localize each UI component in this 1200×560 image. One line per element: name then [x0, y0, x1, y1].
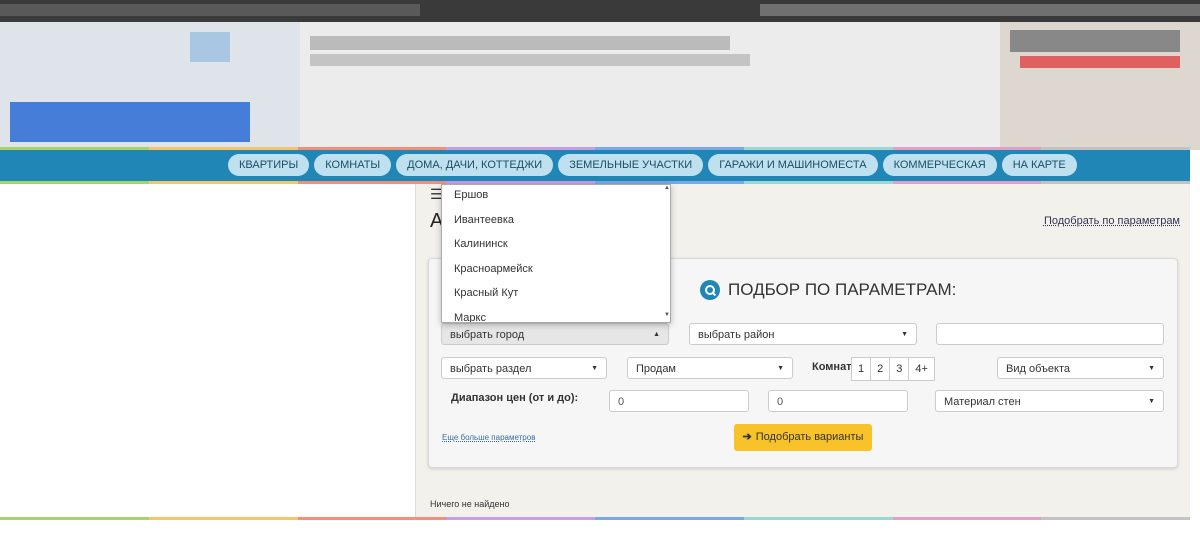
- caret-down-icon: ▼: [591, 365, 598, 372]
- rainbow-segment: [297, 517, 447, 520]
- keyword-input[interactable]: [936, 323, 1164, 345]
- not-found-text: Ничего не найдено: [430, 499, 510, 509]
- more-params-link[interactable]: Еще больше параметров: [442, 433, 535, 442]
- room-count-button[interactable]: 2: [870, 357, 891, 381]
- dropdown-scrollbar[interactable]: ▲ ▼: [664, 185, 670, 322]
- arrow-right-icon: ➔: [742, 431, 752, 443]
- district-select-value: выбрать район: [698, 329, 775, 341]
- object-type-select-value: Вид объекта: [1006, 363, 1070, 375]
- caret-down-icon: ▼: [777, 365, 784, 372]
- city-option[interactable]: Ивантеевка: [442, 210, 670, 235]
- browser-top-bar: [0, 0, 1200, 22]
- nav-item[interactable]: КОМНАТЫ: [314, 154, 392, 176]
- nav-item[interactable]: НА КАРТЕ: [1001, 154, 1077, 176]
- nav-item[interactable]: ГАРАЖИ И МАШИНОМЕСТА: [708, 154, 878, 176]
- room-count-button[interactable]: 4+: [908, 357, 935, 381]
- caret-up-icon: ▲: [653, 331, 660, 338]
- scroll-up-icon[interactable]: ▲: [664, 185, 670, 191]
- scroll-down-icon[interactable]: ▼: [664, 312, 670, 318]
- object-type-select[interactable]: Вид объекта ▼: [997, 357, 1164, 379]
- nav-item[interactable]: КВАРТИРЫ: [228, 154, 310, 176]
- city-option[interactable]: Калининск: [442, 234, 670, 259]
- rainbow-line-bottom: [0, 517, 1190, 520]
- rainbow-segment: [148, 517, 298, 520]
- city-dropdown-list[interactable]: Ершов Ивантеевка Калининск Красноармейск Кра…: [441, 184, 671, 323]
- rainbow-segment: [743, 517, 893, 520]
- room-count-button[interactable]: 1: [851, 357, 872, 381]
- wall-material-select[interactable]: Материал стен ▼: [935, 390, 1164, 412]
- section-select-value: выбрать раздел: [450, 363, 532, 375]
- room-count-button[interactable]: 3: [889, 357, 910, 381]
- site-header-banner: [0, 22, 1200, 150]
- param-search-link[interactable]: Подобрать по параметрам: [1044, 215, 1180, 227]
- filter-title-text: ПОДБОР ПО ПАРАМЕТРАМ:: [728, 280, 957, 299]
- search-icon: [700, 280, 720, 300]
- city-option[interactable]: Ершов: [442, 185, 670, 210]
- deal-type-select[interactable]: Продам ▼: [627, 357, 793, 379]
- city-option[interactable]: Красный Кут: [442, 283, 670, 308]
- blurred-top-strip-right: [760, 4, 1200, 16]
- section-select[interactable]: выбрать раздел ▼: [441, 357, 607, 379]
- blurred-top-strip: [0, 4, 420, 16]
- wall-material-select-value: Материал стен: [944, 396, 1021, 408]
- submit-button[interactable]: ➔ Подобрать варианты: [734, 424, 872, 451]
- rainbow-segment: [892, 517, 1042, 520]
- deal-type-select-value: Продам: [636, 363, 676, 375]
- nav-item[interactable]: КОММЕРЧЕСКАЯ: [882, 154, 997, 176]
- nav-item[interactable]: ЗЕМЕЛЬНЫЕ УЧАСТКИ: [558, 154, 704, 176]
- price-from-input[interactable]: 0: [609, 390, 749, 412]
- city-option[interactable]: Красноармейск: [442, 259, 670, 284]
- blurred-slogan-1: [310, 36, 730, 50]
- caret-down-icon: ▼: [1148, 398, 1155, 405]
- price-range-label: Диапазон цен (от и до):: [451, 392, 579, 404]
- nav-menu: КВАРТИРЫ КОМНАТЫ ДОМА, ДАЧИ, КОТТЕДЖИ ЗЕМЕЛ…: [228, 154, 1077, 176]
- submit-label: Подобрать варианты: [755, 431, 864, 443]
- blurred-contact-red[interactable]: [1020, 56, 1180, 68]
- rainbow-segment: [1041, 517, 1190, 520]
- rooms-buttons: 1 2 3 4+: [851, 357, 935, 381]
- caret-down-icon: ▼: [901, 331, 908, 338]
- content-divider: [415, 184, 416, 518]
- blurred-contact: [1010, 30, 1180, 52]
- rainbow-segment: [0, 181, 149, 184]
- price-to-input[interactable]: 0: [768, 390, 908, 412]
- rooms-label: Комнат:: [812, 361, 856, 373]
- rainbow-segment: [148, 181, 298, 184]
- blurred-logo[interactable]: [10, 102, 250, 142]
- nav-item[interactable]: ДОМА, ДАЧИ, КОТТЕДЖИ: [396, 154, 554, 176]
- blurred-logo-top: [190, 32, 230, 62]
- city-option[interactable]: Маркс: [442, 308, 670, 323]
- city-select[interactable]: выбрать город ▲: [441, 323, 669, 345]
- rainbow-segment: [0, 517, 149, 520]
- city-select-value: выбрать город: [450, 329, 525, 341]
- rainbow-segment: [446, 517, 595, 520]
- filter-panel-title: ПОДБОР ПО ПАРАМЕТРАМ:: [700, 280, 956, 300]
- blurred-slogan-2: [310, 54, 750, 66]
- caret-down-icon: ▼: [1148, 365, 1155, 372]
- district-select[interactable]: выбрать район ▼: [689, 323, 917, 345]
- rainbow-segment: [595, 517, 744, 520]
